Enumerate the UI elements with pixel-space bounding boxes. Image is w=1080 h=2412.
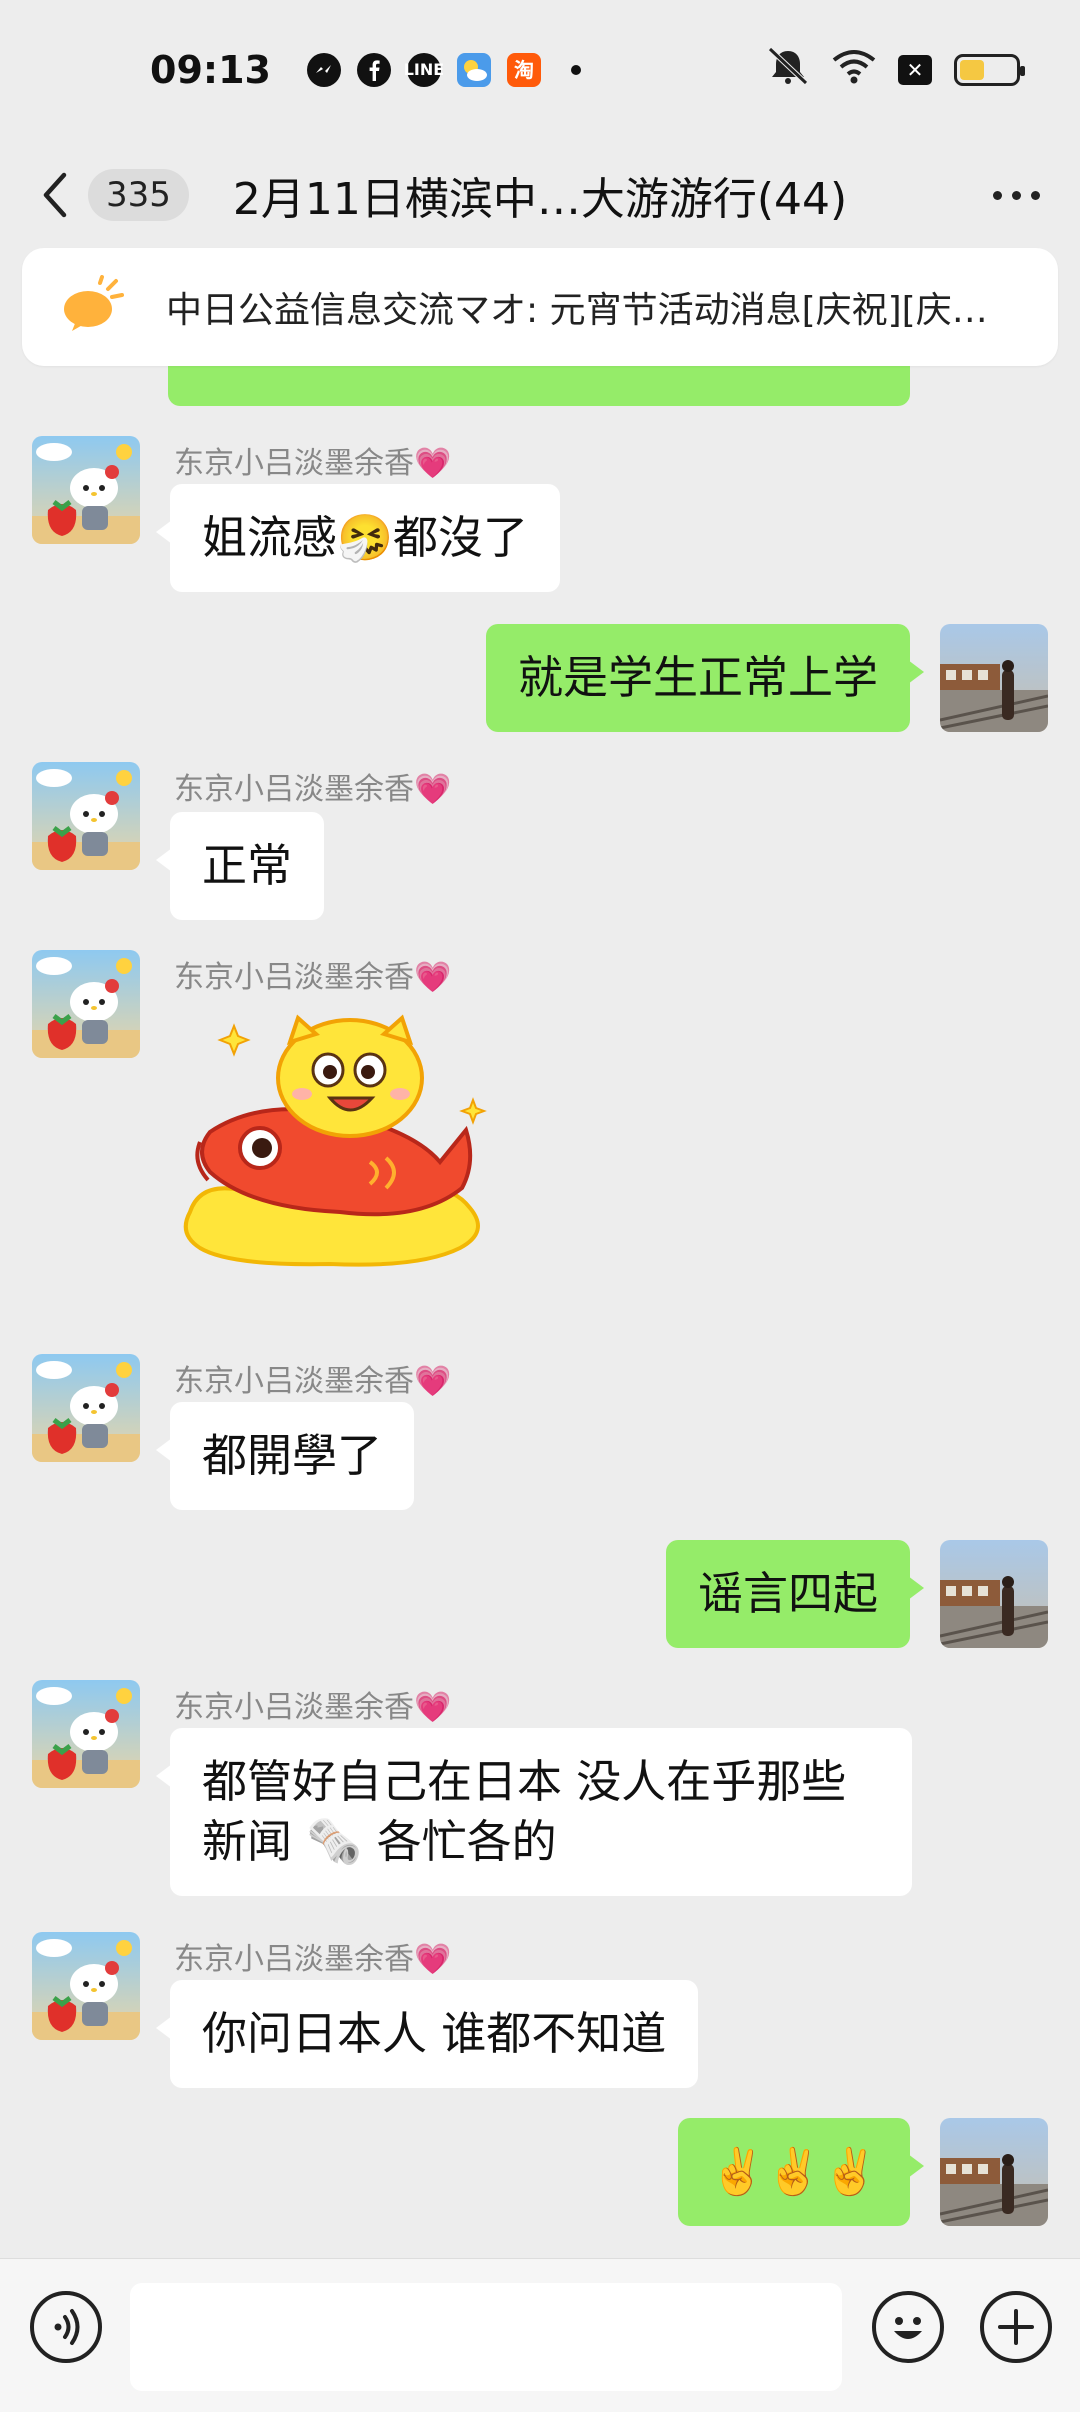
sender-avatar[interactable] <box>32 1932 140 2040</box>
message-input[interactable] <box>130 2283 842 2391</box>
sender-avatar[interactable] <box>32 436 140 544</box>
facebook-icon <box>356 53 391 87</box>
wifi-icon <box>832 48 876 93</box>
message-line: 新闻 🗞️ 各忙各的 <box>202 1815 557 1868</box>
unread-count-badge[interactable]: 335 <box>88 169 189 221</box>
sender-name: 东京小吕淡墨余香💗 <box>174 1942 452 1977</box>
chevron-left-icon <box>43 172 67 218</box>
message-bubble[interactable]: 就是学生正常上学 <box>485 624 925 732</box>
chat-title: 2月11日横滨中…大游游行(44) <box>232 174 848 225</box>
message-bubble[interactable]: 姐流感🤧都沒了 <box>155 484 561 592</box>
voice-icon <box>54 2309 80 2345</box>
message-line: 都管好自己在日本 没人在乎那些 <box>202 1755 847 1808</box>
line-icon: LINE <box>404 53 444 87</box>
message-bubble[interactable]: ✌️✌️✌️ <box>677 2118 925 2226</box>
sender-avatar[interactable] <box>32 1680 140 1788</box>
no-sim-icon: ✕ <box>898 55 932 85</box>
input-bar <box>0 2258 1080 2412</box>
back-button[interactable] <box>30 165 80 225</box>
plus-icon <box>998 2309 1034 2345</box>
weather-icon <box>456 53 491 87</box>
status-bar: 09:13 LINE 淘 ✕ <box>0 0 1080 140</box>
more-dot <box>1031 190 1040 200</box>
announcement-text: 中日公益信息交流マオ: 元宵节活动消息[庆祝][庆… <box>166 290 988 331</box>
sender-name: 东京小吕淡墨余香💗 <box>174 960 452 995</box>
sender-avatar[interactable] <box>32 762 140 870</box>
sender-avatar[interactable] <box>32 950 140 1058</box>
messenger-icon <box>306 53 341 87</box>
message-bubble[interactable]: 正常 <box>155 812 325 920</box>
more-notifications-dot <box>570 65 581 75</box>
cat-riding-fish-sticker[interactable] <box>170 1012 500 1268</box>
my-avatar[interactable] <box>940 2118 1048 2226</box>
more-actions-button[interactable] <box>980 2291 1052 2363</box>
more-options-button[interactable] <box>983 171 1050 220</box>
message-bubble[interactable]: 都管好自己在日本 没人在乎那些 新闻 🗞️ 各忙各的 <box>156 1728 912 1896</box>
emoji-icon <box>894 2317 922 2339</box>
sender-name: 东京小吕淡墨余香💗 <box>174 1364 452 1399</box>
my-avatar[interactable] <box>940 1540 1048 1648</box>
voice-input-button[interactable] <box>30 2291 102 2363</box>
message-bubble[interactable]: 谣言四起 <box>665 1540 925 1648</box>
emoji-button[interactable] <box>872 2291 944 2363</box>
taobao-icon: 淘 <box>506 53 541 87</box>
message-bubble[interactable]: 你问日本人 谁都不知道 <box>155 1980 699 2088</box>
sender-name: 东京小吕淡墨余香💗 <box>174 772 452 807</box>
more-dot <box>1012 190 1021 200</box>
message-bubble[interactable]: 都開學了 <box>155 1402 415 1510</box>
more-dot <box>993 190 1002 200</box>
sender-avatar[interactable] <box>32 1354 140 1462</box>
sender-name: 东京小吕淡墨余香💗 <box>174 446 452 481</box>
announcement-icon <box>62 275 126 339</box>
pinned-announcement[interactable]: 中日公益信息交流マオ: 元宵节活动消息[庆祝][庆… <box>22 248 1058 366</box>
sender-name: 东京小吕淡墨余香💗 <box>174 1690 452 1725</box>
chat-header: 335 2月11日横滨中…大游游行(44) <box>0 140 1080 250</box>
mute-icon <box>766 46 810 94</box>
battery-icon <box>954 54 1025 86</box>
clock: 09:13 <box>150 48 271 92</box>
my-avatar[interactable] <box>940 624 1048 732</box>
